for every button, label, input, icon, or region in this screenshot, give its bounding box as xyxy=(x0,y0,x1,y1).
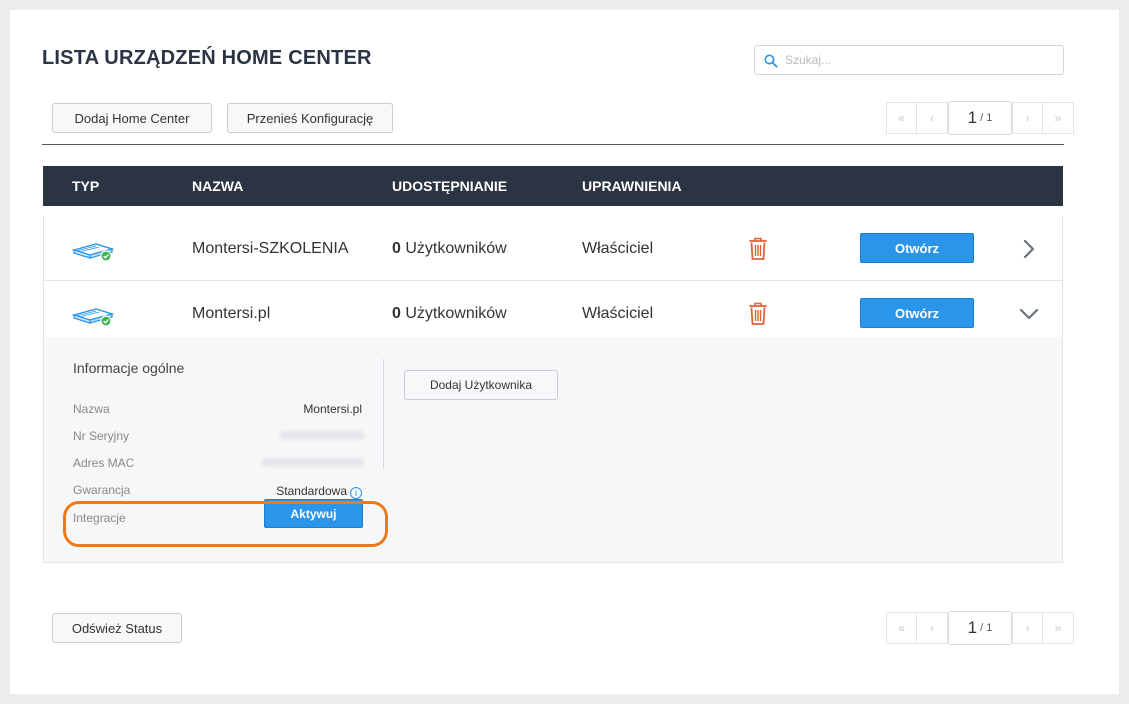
warranty-value: Standardowa xyxy=(276,484,347,498)
warranty-label: Gwarancja xyxy=(73,483,131,497)
add-user-button[interactable]: Dodaj Użytkownika xyxy=(404,370,558,400)
name-value: Montersi.pl xyxy=(303,402,362,416)
page-title: LISTA URZĄDZEŃ HOME CENTER xyxy=(42,47,372,69)
last-page-button[interactable]: » xyxy=(1043,612,1074,644)
info-icon[interactable]: i xyxy=(350,487,362,499)
first-page-button[interactable]: « xyxy=(886,612,917,644)
prev-page-button[interactable]: ‹ xyxy=(917,102,948,134)
prev-page-button[interactable]: ‹ xyxy=(917,612,948,644)
next-page-button[interactable]: › xyxy=(1012,612,1043,644)
current-page: 1 xyxy=(967,618,978,637)
next-page-button[interactable]: › xyxy=(1012,102,1043,134)
mac-label: Adres MAC xyxy=(73,456,135,470)
users-label: Użytkowników xyxy=(405,240,507,257)
serial-value-redacted xyxy=(280,431,364,440)
search-input[interactable] xyxy=(785,46,1055,74)
total-pages: / 1 xyxy=(980,622,993,634)
integrations-highlight xyxy=(63,501,388,547)
device-name: Montersi-SZKOLENIA xyxy=(192,240,349,257)
permission-cell: Właściciel xyxy=(582,305,654,322)
home-center-device-icon xyxy=(72,308,115,327)
search-box[interactable] xyxy=(754,45,1064,75)
users-label: Użytkowników xyxy=(405,305,507,322)
trash-icon[interactable] xyxy=(747,300,769,326)
users-count: 0 xyxy=(392,305,401,322)
permission-cell: Właściciel xyxy=(582,240,654,257)
pagination-top: « ‹ 1/ 1 › » xyxy=(886,101,1074,135)
current-page: 1 xyxy=(967,108,978,127)
details-separator xyxy=(383,359,384,469)
add-home-center-button[interactable]: Dodaj Home Center xyxy=(52,103,212,133)
last-page-button[interactable]: » xyxy=(1043,102,1074,134)
search-icon xyxy=(764,54,778,68)
sharing-cell: 0 Użytkowników xyxy=(392,305,507,323)
mac-value-redacted xyxy=(262,458,364,467)
transfer-config-button[interactable]: Przenieś Konfigurację xyxy=(227,103,393,133)
page-indicator: 1/ 1 xyxy=(948,101,1012,135)
table-row[interactable]: Montersi-SZKOLENIA 0 Użytkowników Właści… xyxy=(43,216,1063,281)
open-button[interactable]: Otwórz xyxy=(860,233,974,263)
col-sharing: UDOSTĘPNIANIE xyxy=(392,178,508,194)
chevron-right-icon[interactable] xyxy=(1018,238,1040,260)
name-label: Nazwa xyxy=(73,402,110,416)
trash-icon[interactable] xyxy=(747,235,769,261)
device-name: Montersi.pl xyxy=(192,305,271,322)
users-count: 0 xyxy=(392,240,401,257)
col-type: TYP xyxy=(72,178,100,194)
pagination-bottom: « ‹ 1/ 1 › » xyxy=(886,611,1074,645)
col-permissions: UPRAWNIENIA xyxy=(582,178,682,194)
sharing-cell: 0 Użytkowników xyxy=(392,240,507,258)
warranty-value-wrap: Standardowa i xyxy=(276,484,362,499)
details-title: Informacje ogólne xyxy=(73,360,185,376)
refresh-status-button[interactable]: Odśwież Status xyxy=(52,613,182,643)
first-page-button[interactable]: « xyxy=(886,102,917,134)
table-header: TYP NAZWA UDOSTĘPNIANIE UPRAWNIENIA xyxy=(43,166,1063,206)
section-divider xyxy=(42,144,1064,145)
col-name: NAZWA xyxy=(192,178,244,194)
home-center-device-icon xyxy=(72,243,115,262)
page-indicator: 1/ 1 xyxy=(948,611,1012,645)
total-pages: / 1 xyxy=(980,112,993,124)
serial-label: Nr Seryjny xyxy=(73,429,130,443)
open-button[interactable]: Otwórz xyxy=(860,298,974,328)
chevron-down-icon[interactable] xyxy=(1018,303,1040,325)
